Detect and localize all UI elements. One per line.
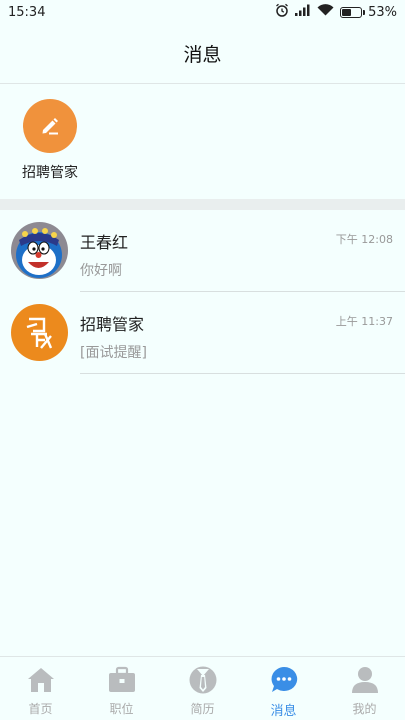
list-item[interactable]: 招聘管家 上午 11:37 [面试提醒] [0,292,405,374]
row-divider [80,373,405,374]
status-icons: 53% [275,3,397,21]
briefcase-icon [107,665,137,695]
wifi-icon [317,4,334,20]
logo-avatar [11,304,68,361]
status-time: 15:34 [8,4,46,20]
status-bar: 15:34 53% [0,0,405,24]
contact-name: 王春红 [80,233,129,252]
signal-icon [295,4,311,20]
message-list: 王春红 下午 12:08 你好啊 招聘管家 上午 11:37 [面试提醒] [0,210,405,374]
quick-entry-section: 招聘管家 [0,85,405,199]
nav-item-profile[interactable]: 我的 [324,657,405,720]
nav-item-resume[interactable]: 简历 [162,657,243,720]
battery-icon [340,6,366,18]
contact-name: 招聘管家 [80,315,145,334]
nav-item-jobs[interactable]: 职位 [81,657,162,720]
list-item[interactable]: 王春红 下午 12:08 你好啊 [0,210,405,292]
bottom-nav: 首页 职位 简历 消息 我的 [0,656,405,720]
message-preview: [面试提醒] [80,345,147,361]
message-preview: 你好啊 [80,263,122,279]
tie-icon [188,665,218,695]
chat-icon [269,665,299,695]
home-icon [26,665,56,695]
user-icon [350,665,380,695]
page-title: 消息 [183,44,222,66]
page-header: 消息 [0,24,405,84]
nav-label: 我的 [352,702,377,716]
section-divider [0,199,405,210]
nav-label: 职位 [109,702,134,716]
edit-icon [23,99,77,153]
nav-label: 消息 [270,704,297,719]
quick-item-label: 招聘管家 [22,165,78,181]
doraemon-avatar [11,222,68,279]
message-time: 下午 12:08 [335,233,393,246]
quick-item-recruit-assistant[interactable]: 招聘管家 [12,99,88,182]
nav-label: 首页 [28,702,53,716]
battery-percent: 53% [368,4,397,20]
nav-item-home[interactable]: 首页 [0,657,81,720]
alarm-icon [275,3,289,21]
nav-item-messages[interactable]: 消息 [243,657,324,720]
nav-label: 简历 [190,702,215,716]
message-time: 上午 11:37 [335,315,393,328]
